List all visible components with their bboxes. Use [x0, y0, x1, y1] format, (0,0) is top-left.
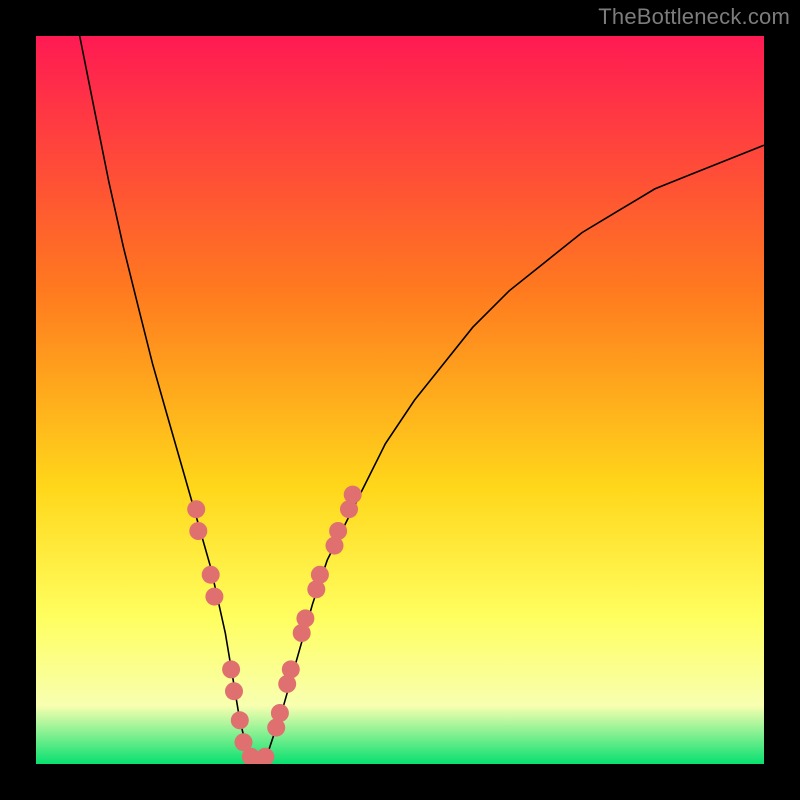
plot-area — [36, 36, 764, 764]
curve-marker — [231, 711, 249, 729]
curve-marker — [344, 486, 362, 504]
curve-marker — [271, 704, 289, 722]
curve-marker — [189, 522, 207, 540]
curve-marker — [282, 660, 300, 678]
curve-marker — [202, 566, 220, 584]
chart-svg — [36, 36, 764, 764]
attribution-text: TheBottleneck.com — [598, 4, 790, 30]
chart-frame: TheBottleneck.com — [0, 0, 800, 800]
curve-marker — [311, 566, 329, 584]
curve-marker — [329, 522, 347, 540]
curve-marker — [187, 500, 205, 518]
curve-marker — [222, 660, 240, 678]
curve-marker — [296, 609, 314, 627]
curve-marker — [205, 588, 223, 606]
curve-marker — [225, 682, 243, 700]
gradient-background — [36, 36, 764, 764]
